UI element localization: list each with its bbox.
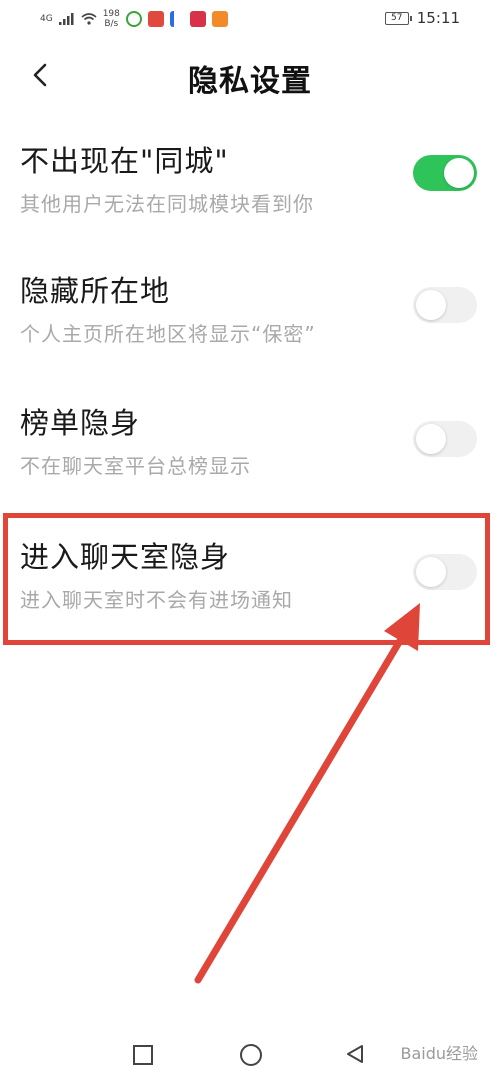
setting-hide-location[interactable]: 隐藏所在地 个人主页所在地区将显示“保密”	[0, 268, 500, 398]
setting-title: 隐藏所在地	[20, 274, 171, 308]
status-bar: 4G 198 B/s 57 15:11	[0, 0, 500, 38]
toggle-knob	[416, 290, 446, 320]
browser-app-icon	[125, 11, 142, 27]
toggle-switch[interactable]	[413, 287, 477, 323]
status-right: 57 15:11	[384, 9, 460, 27]
page-title: 隐私设置	[188, 64, 312, 99]
app-icon-orange	[211, 11, 228, 27]
annotation-highlight-box	[3, 513, 490, 645]
clock: 15:11	[416, 9, 460, 27]
net-speed: 198 B/s	[103, 9, 120, 29]
app-icon-red	[147, 11, 164, 27]
battery-icon: 57	[384, 11, 412, 25]
toggle-switch[interactable]	[413, 421, 477, 457]
net-speed-unit: B/s	[104, 19, 119, 29]
recent-apps-icon[interactable]	[133, 1045, 153, 1065]
setting-description: 个人主页所在地区将显示“保密”	[20, 322, 316, 346]
home-icon[interactable]	[240, 1044, 262, 1066]
status-left: 4G 198 B/s	[40, 8, 228, 30]
setting-description: 不在聊天室平台总榜显示	[20, 454, 251, 478]
app-icon-crimson	[189, 11, 206, 27]
watermark: Baidu经验	[400, 1044, 478, 1063]
toggle-switch[interactable]	[413, 155, 477, 191]
setting-title: 不出现在"同城"	[20, 144, 229, 178]
net-speed-value: 198	[102, 9, 120, 19]
back-triangle-icon[interactable]	[344, 1043, 366, 1065]
wifi-icon	[81, 13, 97, 25]
signal-icon	[58, 13, 74, 25]
app-icon-blue	[169, 11, 184, 27]
network-type: 4G	[40, 13, 53, 24]
toggle-knob	[444, 158, 474, 188]
header: 隐私设置	[0, 44, 500, 106]
setting-hide-from-rankings[interactable]: 榜单隐身 不在聊天室平台总榜显示	[0, 400, 500, 530]
setting-title: 榜单隐身	[20, 406, 141, 440]
toggle-knob	[416, 424, 446, 454]
setting-hide-from-nearby[interactable]: 不出现在"同城" 其他用户无法在同城模块看到你	[0, 138, 500, 268]
setting-description: 其他用户无法在同城模块看到你	[20, 192, 314, 216]
